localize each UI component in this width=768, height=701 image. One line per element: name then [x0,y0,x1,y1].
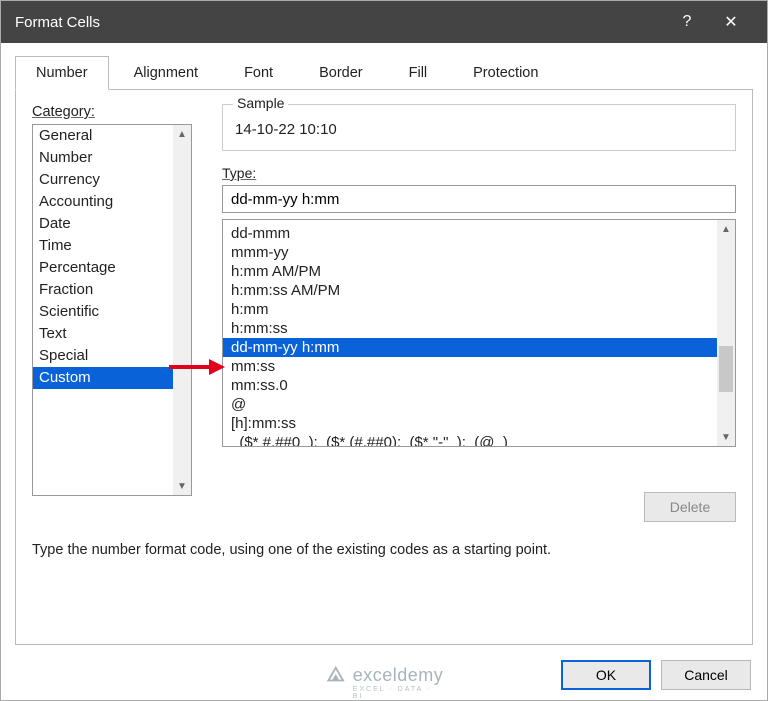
type-listbox[interactable]: dd-mmmmmm-yyh:mm AM/PMh:mm:ss AM/PMh:mmh… [222,219,736,447]
tab-strip: NumberAlignmentFontBorderFillProtection [15,55,753,90]
type-list-item[interactable]: h:mm:ss AM/PM [223,281,717,300]
tab-alignment[interactable]: Alignment [113,56,219,90]
dialog-footer: exceldemy EXCEL · DATA · BI OK Cancel [1,650,767,700]
type-list-item[interactable]: mmm-yy [223,243,717,262]
tab-protection[interactable]: Protection [452,56,559,90]
category-item[interactable]: Custom [33,367,175,389]
category-item[interactable]: General [33,125,175,147]
type-scrollbar[interactable]: ▲ ▼ [717,220,735,446]
type-list-item[interactable]: _($* #,##0_);_($* (#,##0);_($* "-"_);_(@… [223,433,717,446]
type-list-item[interactable]: dd-mmm [223,224,717,243]
category-item[interactable]: Percentage [33,257,175,279]
window-title: Format Cells [15,14,665,31]
category-item[interactable]: Accounting [33,191,175,213]
close-button[interactable]: ✕ [709,1,753,43]
category-item[interactable]: Fraction [33,279,175,301]
type-list-item[interactable]: @ [223,395,717,414]
scroll-down-icon[interactable]: ▼ [173,477,191,495]
category-item[interactable]: Special [33,345,175,367]
description-text: Type the number format code, using one o… [32,542,736,558]
titlebar: Format Cells ? ✕ [1,1,767,43]
type-list-item[interactable]: mm:ss.0 [223,376,717,395]
tab-border[interactable]: Border [298,56,384,90]
tab-number[interactable]: Number [15,56,109,90]
type-list-item[interactable]: h:mm AM/PM [223,262,717,281]
category-label: Category: [32,104,192,120]
sample-group: Sample 14-10-22 10:10 [222,104,736,151]
delete-button[interactable]: Delete [644,492,736,522]
tab-fill[interactable]: Fill [388,56,449,90]
type-label: Type: [222,165,736,181]
category-item[interactable]: Text [33,323,175,345]
category-item[interactable]: Date [33,213,175,235]
type-list-item[interactable]: h:mm [223,300,717,319]
tab-font[interactable]: Font [223,56,294,90]
cancel-button[interactable]: Cancel [661,660,751,690]
category-item[interactable]: Currency [33,169,175,191]
type-input[interactable] [222,185,736,213]
type-list-item[interactable]: h:mm:ss [223,319,717,338]
sample-legend: Sample [233,95,288,111]
category-listbox[interactable]: GeneralNumberCurrencyAccountingDateTimeP… [32,124,192,496]
number-panel: Category: GeneralNumberCurrencyAccountin… [15,90,753,645]
scroll-up-icon[interactable]: ▲ [717,220,735,238]
scroll-down-icon[interactable]: ▼ [717,428,735,446]
category-item[interactable]: Scientific [33,301,175,323]
help-button[interactable]: ? [665,1,709,43]
type-list-item[interactable]: dd-mm-yy h:mm [223,338,717,357]
watermark-logo: exceldemy EXCEL · DATA · BI [325,664,444,686]
type-list-item[interactable]: [h]:mm:ss [223,414,717,433]
type-list-item[interactable]: mm:ss [223,357,717,376]
scroll-up-icon[interactable]: ▲ [173,125,191,143]
category-item[interactable]: Number [33,147,175,169]
category-scrollbar[interactable]: ▲ ▼ [173,125,191,495]
sample-value: 14-10-22 10:10 [235,121,723,138]
scroll-thumb[interactable] [719,346,733,392]
ok-button[interactable]: OK [561,660,651,690]
category-item[interactable]: Time [33,235,175,257]
